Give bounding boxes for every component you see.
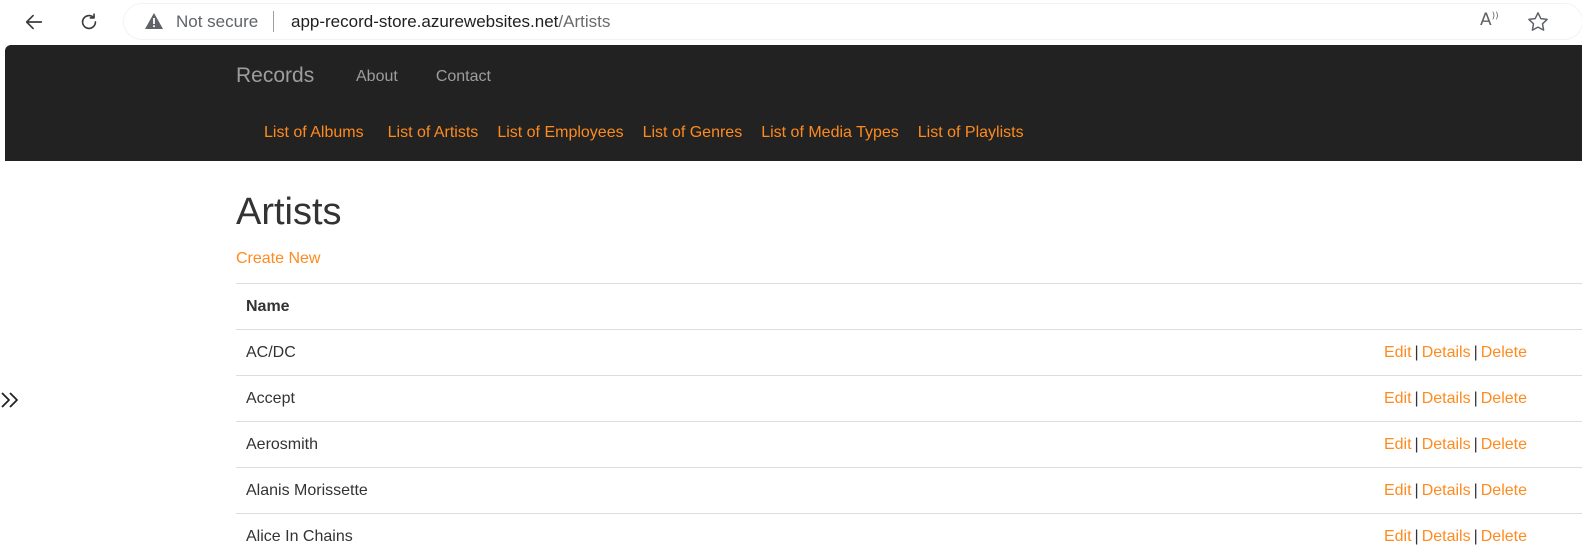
security-status-label[interactable]: Not secure xyxy=(176,12,258,32)
row-actions: Edit | Details | Delete xyxy=(781,329,1582,376)
delete-link[interactable]: Delete xyxy=(1481,482,1527,499)
action-separator: | xyxy=(1414,343,1419,361)
artist-name: Alanis Morissette xyxy=(236,467,782,514)
nav-link-genres[interactable]: List of Genres xyxy=(643,124,743,142)
favorite-star-icon[interactable] xyxy=(1526,10,1550,34)
artist-name: AC/DC xyxy=(236,329,782,376)
delete-link[interactable]: Delete xyxy=(1481,436,1527,453)
details-link[interactable]: Details xyxy=(1422,528,1471,545)
double-chevron-right-icon[interactable] xyxy=(0,389,22,411)
artist-name: Alice In Chains xyxy=(236,513,782,560)
page-title: Artists xyxy=(236,191,342,233)
action-separator: | xyxy=(1473,435,1478,453)
details-link[interactable]: Details xyxy=(1422,390,1471,407)
url-host: app-record-store.azurewebsites.net xyxy=(291,12,559,31)
column-header-name: Name xyxy=(236,283,782,330)
back-button[interactable] xyxy=(18,6,50,38)
site-navbar: Records About Contact List of Albums Lis… xyxy=(5,45,1582,161)
delete-link[interactable]: Delete xyxy=(1481,344,1527,361)
artists-table: Name AC/DC Edit | Details | Delete Accept Ed… xyxy=(236,283,1582,560)
read-aloud-glyph: A xyxy=(1480,10,1492,30)
nav-link-artists[interactable]: List of Artists xyxy=(388,124,479,142)
table-header-row: Name xyxy=(236,283,1582,330)
table-row: Accept Edit | Details | Delete xyxy=(236,375,1582,422)
edit-link[interactable]: Edit xyxy=(1384,528,1412,545)
create-new-link[interactable]: Create New xyxy=(236,250,320,268)
nav-link-contact[interactable]: Contact xyxy=(436,68,491,86)
sub-nav: List of Albums List of Artists List of E… xyxy=(264,124,1043,142)
table-row: AC/DC Edit | Details | Delete xyxy=(236,329,1582,376)
edit-link[interactable]: Edit xyxy=(1384,436,1412,453)
nav-link-employees[interactable]: List of Employees xyxy=(497,124,623,142)
nav-link-playlists[interactable]: List of Playlists xyxy=(918,124,1024,142)
delete-link[interactable]: Delete xyxy=(1481,528,1527,545)
action-separator: | xyxy=(1414,527,1419,545)
details-link[interactable]: Details xyxy=(1422,344,1471,361)
row-actions: Edit | Details | Delete xyxy=(781,467,1582,514)
nav-link-albums[interactable]: List of Albums xyxy=(264,124,364,142)
top-nav: About Contact xyxy=(356,68,529,86)
action-separator: | xyxy=(1473,389,1478,407)
address-divider xyxy=(273,11,274,32)
row-actions: Edit | Details | Delete xyxy=(781,375,1582,422)
details-link[interactable]: Details xyxy=(1422,436,1471,453)
nav-link-about[interactable]: About xyxy=(356,68,398,86)
table-row: Alanis Morissette Edit | Details | Delete xyxy=(236,467,1582,514)
refresh-button[interactable] xyxy=(73,6,105,38)
delete-link[interactable]: Delete xyxy=(1481,390,1527,407)
brand-link[interactable]: Records xyxy=(236,64,314,88)
warning-icon xyxy=(145,13,163,29)
action-separator: | xyxy=(1473,481,1478,499)
action-separator: | xyxy=(1473,527,1478,545)
read-aloud-icon[interactable]: A)) xyxy=(1480,10,1504,34)
edit-link[interactable]: Edit xyxy=(1384,344,1412,361)
artist-name: Aerosmith xyxy=(236,421,782,468)
artist-name: Accept xyxy=(236,375,782,422)
url-path: /Artists xyxy=(558,12,611,31)
table-row: Alice In Chains Edit | Details | Delete xyxy=(236,513,1582,560)
back-arrow-icon xyxy=(25,14,43,30)
table-row: Aerosmith Edit | Details | Delete xyxy=(236,421,1582,468)
row-actions: Edit | Details | Delete xyxy=(781,421,1582,468)
edit-link[interactable]: Edit xyxy=(1384,482,1412,499)
nav-link-media-types[interactable]: List of Media Types xyxy=(761,124,899,142)
details-link[interactable]: Details xyxy=(1422,482,1471,499)
row-actions: Edit | Details | Delete xyxy=(781,513,1582,560)
browser-toolbar: Not secure app-record-store.azurewebsite… xyxy=(0,0,1582,44)
edit-link[interactable]: Edit xyxy=(1384,390,1412,407)
action-separator: | xyxy=(1414,481,1419,499)
action-separator: | xyxy=(1414,435,1419,453)
action-separator: | xyxy=(1414,389,1419,407)
action-separator: | xyxy=(1473,343,1478,361)
url-text[interactable]: app-record-store.azurewebsites.net/Artis… xyxy=(291,12,610,32)
column-header-actions xyxy=(781,283,1582,330)
address-bar[interactable]: Not secure app-record-store.azurewebsite… xyxy=(124,4,1582,39)
refresh-icon xyxy=(81,13,97,30)
